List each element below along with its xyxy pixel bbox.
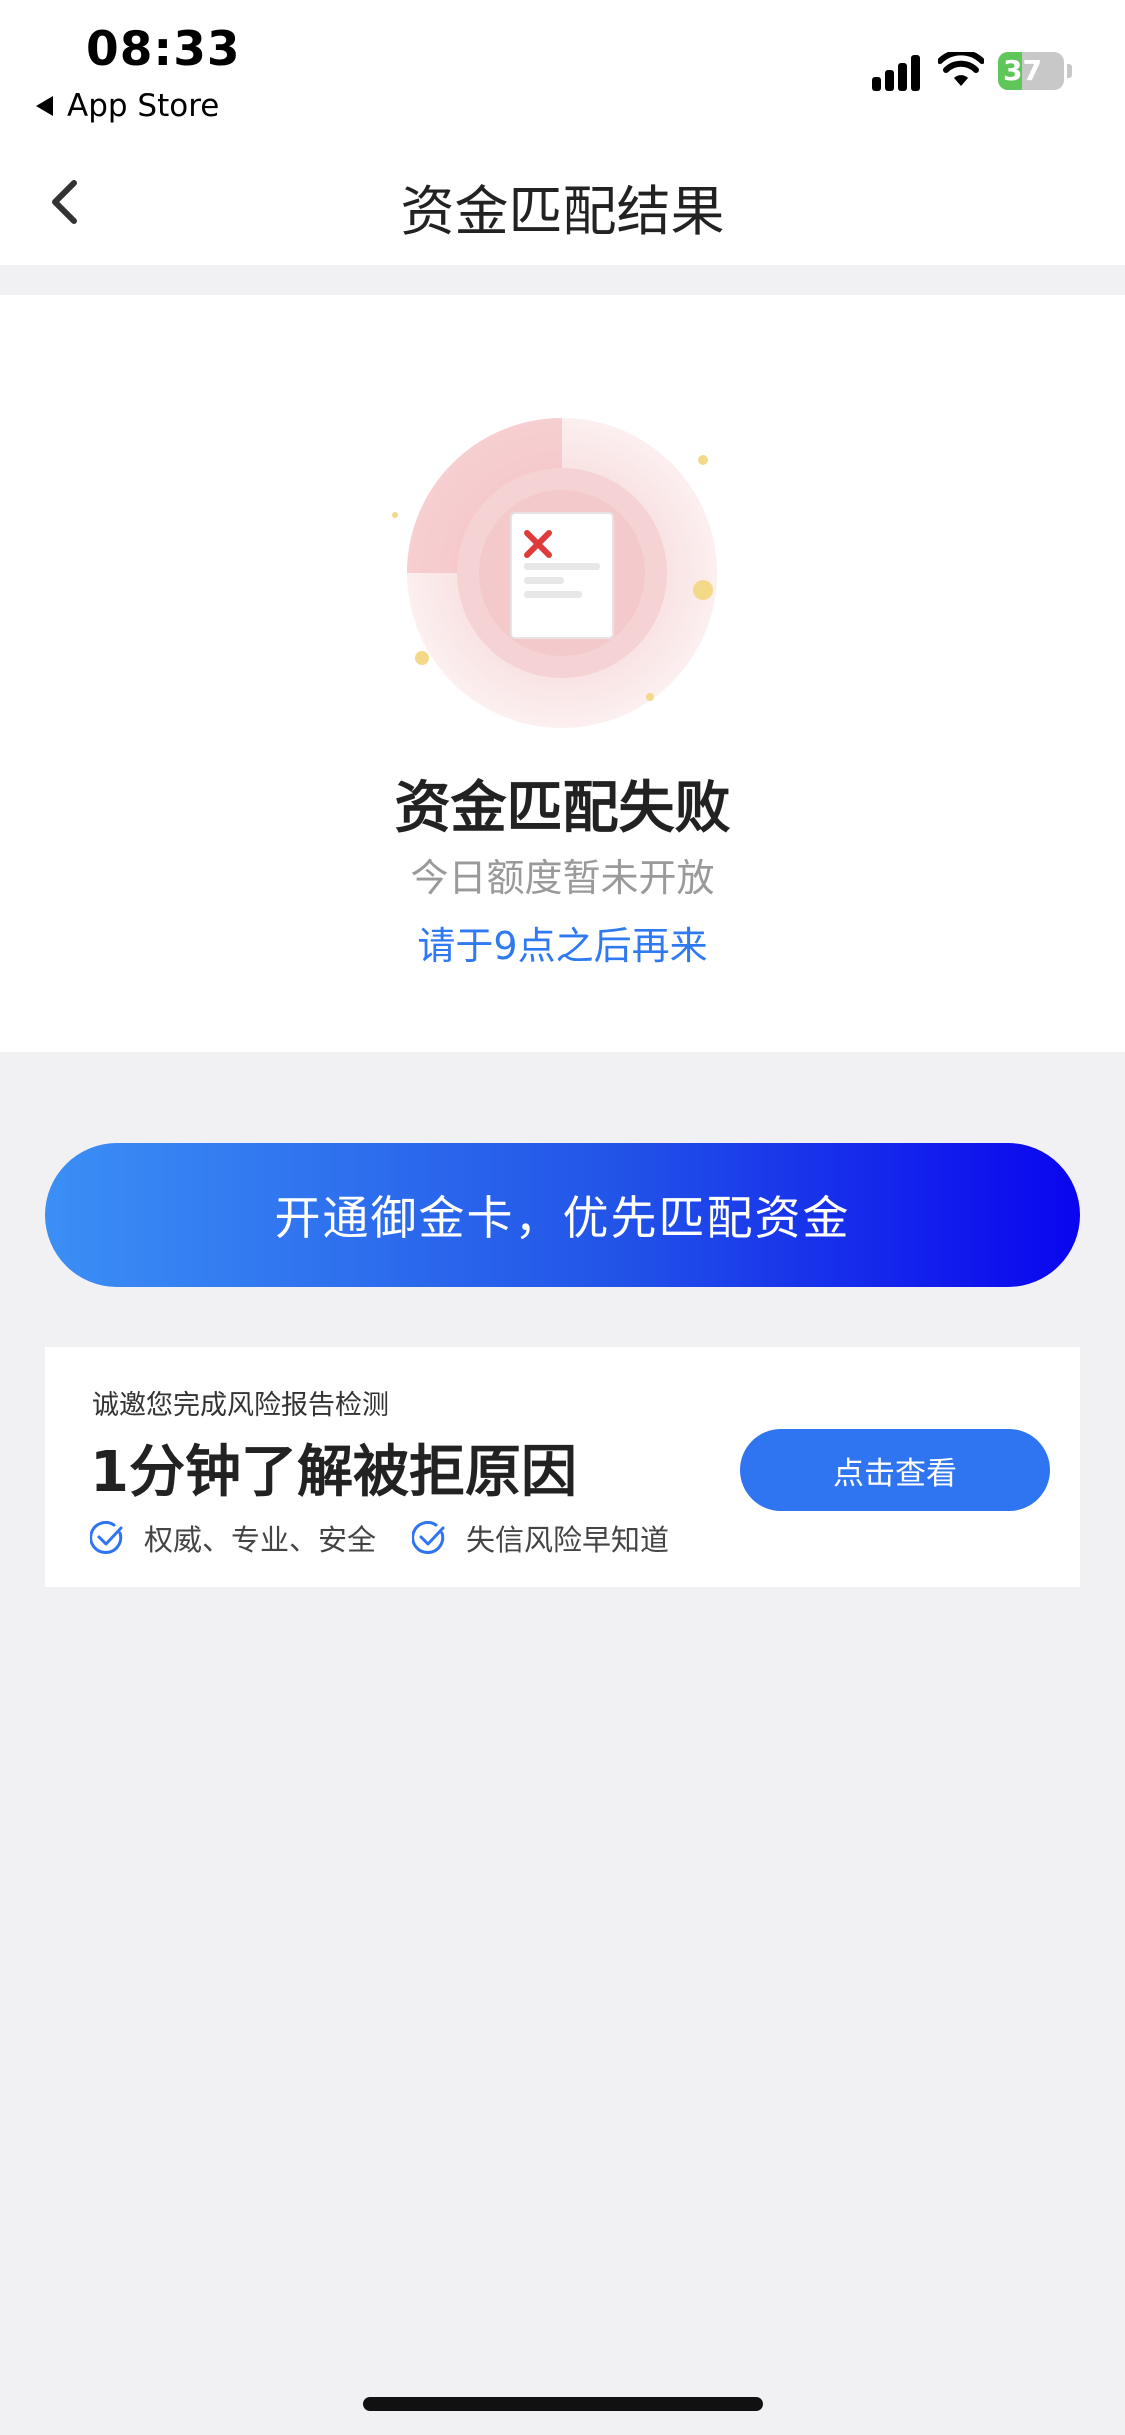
battery-icon: 37 — [998, 52, 1074, 90]
promo-invite-text: 诚邀您完成风险报告检测 — [92, 1390, 389, 1421]
result-subtitle: 今日额度暂未开放 — [410, 856, 715, 900]
back-app-label: App Store — [67, 88, 220, 124]
status-time: 08:33 — [86, 22, 241, 77]
home-indicator[interactable] — [363, 2397, 763, 2411]
promo-headline: 1分钟了解被拒原因 — [90, 1440, 577, 1505]
back-triangle-icon — [36, 96, 53, 116]
result-card: 资金匹配失败 今日额度暂未开放 请于9点之后再来 — [0, 295, 1125, 1052]
promo-feature: 权威、专业、安全 — [90, 1517, 376, 1559]
result-title: 资金匹配失败 — [394, 776, 731, 841]
document-failed-icon — [392, 418, 717, 728]
nav-bar: 资金匹配结果 — [0, 145, 1125, 265]
promo-feature: 失信风险早知道 — [412, 1517, 669, 1559]
battery-level: 37 — [1003, 54, 1042, 87]
result-tip: 请于9点之后再来 — [417, 924, 708, 968]
promo-feature-label: 权威、专业、安全 — [144, 1523, 377, 1557]
risk-report-promo: 诚邀您完成风险报告检测 1分钟了解被拒原因 权威、专业、安全 失信风险早知道 点… — [45, 1347, 1080, 1587]
back-to-app-store[interactable]: App Store — [36, 88, 219, 124]
promo-feature-label: 失信风险早知道 — [466, 1523, 670, 1557]
open-gold-card-button[interactable]: 开通御金卡，优先匹配资金 — [45, 1143, 1080, 1287]
status-bar: 08:33 App Store 37 — [0, 0, 1125, 145]
wifi-icon — [938, 52, 984, 86]
view-report-button[interactable]: 点击查看 — [740, 1429, 1050, 1511]
check-circle-icon — [90, 1521, 123, 1554]
signal-icon — [872, 55, 920, 91]
check-circle-icon — [412, 1521, 445, 1554]
page-title: 资金匹配结果 — [400, 180, 725, 243]
